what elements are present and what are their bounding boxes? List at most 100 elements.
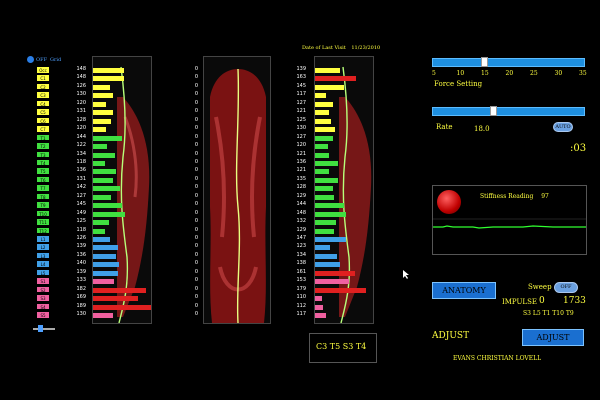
segment-l1[interactable]: L1 bbox=[36, 235, 50, 243]
middle-value: 0 bbox=[194, 99, 198, 106]
adjust-button[interactable]: ADJUST bbox=[522, 329, 584, 346]
segment-t8[interactable]: T8 bbox=[36, 192, 50, 201]
left-value: 120 bbox=[76, 125, 86, 132]
middle-value: 0 bbox=[194, 150, 198, 157]
force-tick-label: 35 bbox=[579, 70, 587, 77]
reading-bar bbox=[315, 296, 322, 302]
anatomy-button[interactable]: ANATOMY bbox=[432, 282, 496, 299]
right-value: 110 bbox=[296, 294, 306, 301]
sweep-toggle[interactable]: OFF bbox=[554, 282, 578, 293]
left-value: 139 bbox=[76, 268, 86, 275]
segment-c7[interactable]: C7 bbox=[36, 125, 50, 133]
right-value: 123 bbox=[296, 243, 306, 250]
reading-bar bbox=[93, 220, 110, 226]
reading-bar bbox=[93, 211, 125, 217]
stiffness-waveform bbox=[433, 218, 586, 229]
segment-l4[interactable]: L4 bbox=[36, 260, 50, 268]
segment-t9[interactable]: T9 bbox=[36, 201, 50, 209]
segment-c6[interactable]: C6 bbox=[36, 116, 50, 125]
impulse-label: IMPULSE bbox=[502, 298, 537, 306]
reading-bar bbox=[315, 177, 338, 183]
grid-toggle-off[interactable] bbox=[27, 56, 34, 63]
segment-c1[interactable]: C1 bbox=[36, 74, 50, 82]
segment-s2[interactable]: S2 bbox=[36, 285, 50, 294]
rate-slider-thumb[interactable] bbox=[490, 106, 497, 116]
back-view-panel bbox=[203, 56, 271, 324]
reading-bar bbox=[93, 237, 110, 242]
sweep-label: Sweep bbox=[528, 283, 552, 291]
segment-s1[interactable]: S1 bbox=[36, 277, 50, 285]
reading-bar bbox=[315, 279, 350, 285]
segment-c5[interactable]: C5 bbox=[36, 108, 50, 116]
zoom-slider-track[interactable] bbox=[33, 328, 55, 330]
stiffness-indicator bbox=[437, 190, 461, 214]
auto-toggle[interactable]: AUTO bbox=[553, 122, 573, 132]
segment-s4[interactable]: S4 bbox=[36, 302, 50, 311]
grid-label: Grid bbox=[50, 57, 62, 63]
force-slider-thumb[interactable] bbox=[481, 57, 488, 67]
segment-s3[interactable]: S3 bbox=[36, 294, 50, 302]
reading-bar bbox=[315, 127, 335, 133]
left-value: 125 bbox=[76, 218, 86, 225]
impulse-count: 1733 bbox=[563, 296, 586, 306]
segment-occ[interactable]: Occ bbox=[36, 66, 50, 74]
right-value: 145 bbox=[296, 82, 306, 89]
middle-value: 0 bbox=[194, 66, 198, 72]
force-slider-track[interactable] bbox=[432, 58, 585, 67]
force-tick-label: 25 bbox=[530, 70, 538, 77]
segment-s5[interactable]: S5 bbox=[36, 311, 50, 319]
left-value: 144 bbox=[76, 133, 86, 140]
segment-t7[interactable]: T7 bbox=[36, 184, 50, 192]
middle-value: 0 bbox=[194, 184, 198, 191]
segment-t10[interactable]: T10 bbox=[36, 209, 50, 218]
segment-c3[interactable]: C3 bbox=[36, 91, 50, 99]
segment-t3[interactable]: T3 bbox=[36, 150, 50, 158]
rate-value: 18.0 bbox=[474, 125, 490, 133]
reading-bar bbox=[315, 228, 334, 234]
segment-t11[interactable]: T11 bbox=[36, 218, 50, 226]
segment-c4[interactable]: C4 bbox=[36, 99, 50, 108]
rate-slider-track[interactable] bbox=[432, 107, 585, 116]
middle-value: 0 bbox=[194, 167, 198, 174]
reading-bar bbox=[315, 101, 333, 107]
reading-bar bbox=[315, 68, 341, 73]
reading-bar bbox=[93, 84, 110, 90]
segment-t4[interactable]: T4 bbox=[36, 158, 50, 167]
reading-bar bbox=[315, 76, 356, 82]
reading-bar bbox=[315, 144, 328, 150]
right-value: 121 bbox=[296, 167, 306, 174]
left-value: 131 bbox=[76, 175, 86, 182]
middle-value: 0 bbox=[194, 201, 198, 208]
reading-bar bbox=[93, 177, 114, 183]
left-value: 130 bbox=[76, 311, 86, 318]
segment-t6[interactable]: T6 bbox=[36, 175, 50, 184]
back-view-graphic bbox=[210, 68, 266, 323]
left-value: 118 bbox=[76, 158, 86, 165]
segment-t2[interactable]: T2 bbox=[36, 142, 50, 150]
segment-c2[interactable]: C2 bbox=[36, 82, 50, 91]
reading-bar bbox=[315, 270, 355, 276]
left-value: 145 bbox=[76, 201, 86, 208]
middle-value: 0 bbox=[194, 302, 198, 309]
segment-t5[interactable]: T5 bbox=[36, 167, 50, 175]
right-value: 147 bbox=[296, 235, 306, 241]
reading-bar bbox=[93, 186, 121, 192]
visit-date-line: Date of Last Visit 11/23/2010 bbox=[302, 45, 380, 51]
reading-bar bbox=[93, 245, 119, 251]
left-value: 148 bbox=[76, 66, 86, 72]
right-value: 179 bbox=[296, 285, 306, 292]
right-value: 125 bbox=[296, 116, 306, 123]
reading-bar bbox=[315, 118, 332, 124]
segment-l5[interactable]: L5 bbox=[36, 268, 50, 277]
segment-l2[interactable]: L2 bbox=[36, 243, 50, 251]
segment-t1[interactable]: T1 bbox=[36, 133, 50, 142]
force-setting-label: Force Setting bbox=[434, 80, 483, 88]
middle-value: 0 bbox=[194, 91, 198, 98]
right-value: 136 bbox=[296, 158, 306, 165]
force-tick-label: 15 bbox=[481, 70, 489, 77]
reading-bar bbox=[93, 287, 147, 293]
zoom-slider-thumb[interactable] bbox=[38, 325, 43, 332]
segment-t12[interactable]: T12 bbox=[36, 226, 50, 235]
left-value: 169 bbox=[76, 294, 86, 301]
segment-l3[interactable]: L3 bbox=[36, 251, 50, 260]
